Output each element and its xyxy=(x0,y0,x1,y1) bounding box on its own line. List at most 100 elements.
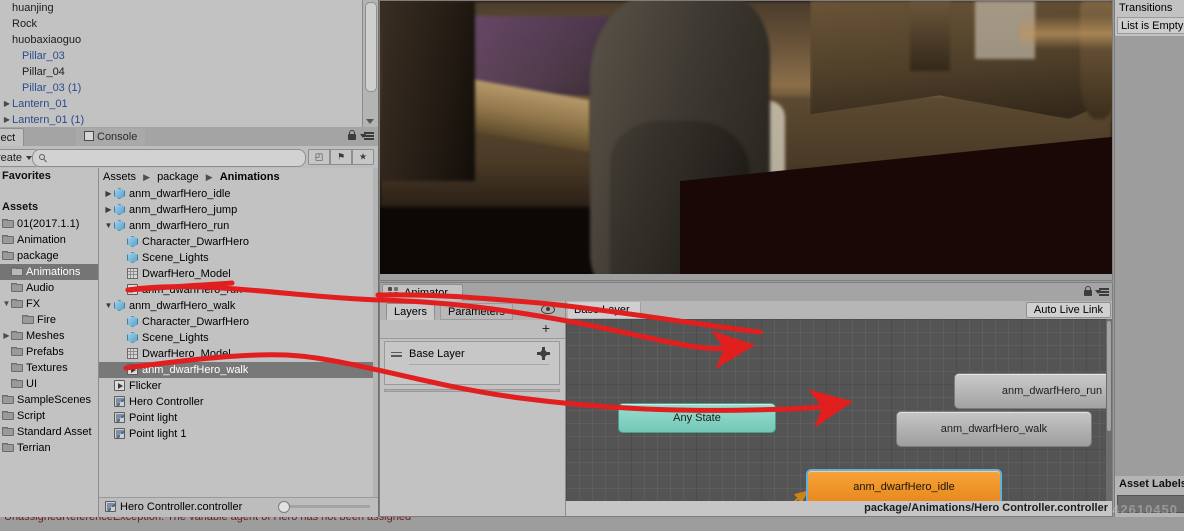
game-view[interactable] xyxy=(379,0,1113,281)
hierarchy-scrollbar[interactable] xyxy=(362,0,378,127)
hierarchy-item[interactable]: huanjing xyxy=(0,0,362,16)
chevron-down-icon[interactable]: ▼ xyxy=(103,218,114,234)
hierarchy-item[interactable]: Pillar_03 (1) xyxy=(0,80,362,96)
asset-row[interactable]: DwarfHero_Model xyxy=(99,346,378,362)
breadcrumb-package[interactable]: package xyxy=(157,171,199,183)
status-bar[interactable]: UnassignedReferenceException: The variab… xyxy=(0,517,1184,531)
folder-item[interactable]: Fire xyxy=(0,312,98,328)
breadcrumb-assets[interactable]: Assets xyxy=(103,171,136,183)
hierarchy-panel[interactable]: huanjing Rock huobaxiaoguo Pillar_03 Pil… xyxy=(0,0,379,127)
folder-item[interactable]: Terrian xyxy=(0,440,98,456)
asset-row[interactable]: ▶ anm_dwarfHero_idle xyxy=(99,186,378,202)
hierarchy-item[interactable]: huobaxiaoguo xyxy=(0,32,362,48)
project-scrollbar[interactable] xyxy=(373,168,378,517)
folder-item[interactable]: ▶ Meshes xyxy=(0,328,98,344)
asset-row[interactable]: Scene_Lights xyxy=(99,330,378,346)
tab-console[interactable]: Console xyxy=(76,128,146,146)
folder-item-animations[interactable]: Animations xyxy=(0,264,98,280)
asset-row[interactable]: ▼ anm_dwarfHero_run xyxy=(99,218,378,234)
hierarchy-item[interactable]: Pillar_03 xyxy=(0,48,362,64)
thumbnail-size-slider[interactable] xyxy=(278,501,370,513)
hierarchy-item[interactable]: Pillar_04 xyxy=(0,64,362,80)
folder-item[interactable]: ▼ FX xyxy=(0,296,98,312)
asset-row[interactable]: anm_dwarfHero_run xyxy=(99,282,378,298)
chevron-down-icon[interactable]: ▼ xyxy=(2,296,11,312)
asset-row[interactable]: Point light xyxy=(99,410,378,426)
folder-item[interactable]: UI xyxy=(0,376,98,392)
folder-item[interactable]: Animation xyxy=(0,232,98,248)
project-panel[interactable]: Project Console Create ◰ ⚑ ★ Favorites A… xyxy=(0,127,379,517)
hierarchy-item[interactable]: ▶ Lantern_01 xyxy=(0,96,362,112)
breadcrumb[interactable]: Assets ▶ package ▶ Animations xyxy=(99,168,378,186)
asset-row[interactable]: DwarfHero_Model xyxy=(99,266,378,282)
hierarchy-item[interactable]: ▶ Lantern_01 (1) xyxy=(0,112,362,127)
eye-icon[interactable] xyxy=(541,305,555,314)
filter-favorites-icon[interactable]: ★ xyxy=(352,149,374,165)
project-asset-list[interactable]: Assets ▶ package ▶ Animations ▶ anm_dwarf… xyxy=(99,168,378,517)
state-node-walk[interactable]: anm_dwarfHero_walk xyxy=(896,411,1092,447)
tab-parameters[interactable]: Parameters xyxy=(440,303,513,320)
asset-row[interactable]: Character_DwarfHero xyxy=(99,314,378,330)
layer-item-base[interactable]: Base Layer xyxy=(385,342,559,366)
animator-layers-panel[interactable]: Layers Parameters + Base Layer xyxy=(380,301,566,516)
folder-item[interactable]: Script xyxy=(0,408,98,424)
asset-row[interactable]: ▼ anm_dwarfHero_walk xyxy=(99,298,378,314)
breadcrumb-animations[interactable]: Animations xyxy=(220,171,280,183)
auto-live-link-button[interactable]: Auto Live Link xyxy=(1025,302,1111,318)
asset-row[interactable]: ▶ anm_dwarfHero_jump xyxy=(99,202,378,218)
scrollbar-thumb[interactable] xyxy=(1107,321,1111,431)
state-node-any-state[interactable]: Any State xyxy=(618,403,776,433)
lock-icon[interactable] xyxy=(348,130,356,140)
scrollbar-thumb[interactable] xyxy=(365,2,377,92)
filter-by-type-icon[interactable]: ◰ xyxy=(308,149,330,165)
asset-row-selected[interactable]: anm_dwarfHero_walk xyxy=(99,362,378,378)
filter-by-label-icon[interactable]: ⚑ xyxy=(330,149,352,165)
chevron-down-icon[interactable] xyxy=(366,119,374,124)
hierarchy-item[interactable]: Rock xyxy=(0,16,362,32)
asset-row[interactable]: Flicker xyxy=(99,378,378,394)
layer-list[interactable]: Base Layer xyxy=(384,341,560,385)
state-node-run[interactable]: anm_dwarfHero_run xyxy=(954,373,1112,409)
chevron-right-icon[interactable]: ▶ xyxy=(2,112,12,127)
chevron-right-icon[interactable]: ▶ xyxy=(103,202,114,218)
slider-knob[interactable] xyxy=(278,501,290,513)
panel-menu-icon[interactable] xyxy=(1095,288,1109,297)
tab-animator[interactable]: Animator xyxy=(382,284,464,301)
chevron-down-icon[interactable]: ▼ xyxy=(103,298,114,314)
layers-panel-resizer[interactable] xyxy=(384,389,560,392)
folder-label: Animation xyxy=(17,234,66,246)
folder-item[interactable]: Audio xyxy=(0,280,98,296)
add-layer-button[interactable]: + xyxy=(539,321,553,336)
drag-handle-icon[interactable] xyxy=(391,352,402,357)
folder-item[interactable]: Textures xyxy=(0,360,98,376)
asset-row[interactable]: Character_DwarfHero xyxy=(99,234,378,250)
state-machine-graph[interactable]: anm_dwarfHero_run anm_dwarfHero_walk anm… xyxy=(566,319,1112,516)
asset-row[interactable]: Point light 1 xyxy=(99,426,378,442)
chevron-right-icon[interactable]: ▶ xyxy=(103,186,114,202)
panel-menu-icon[interactable] xyxy=(360,132,374,141)
asset-row[interactable]: Hero Controller xyxy=(99,394,378,410)
project-folder-tree[interactable]: Favorites Assets 01(2017.1.1) Animation … xyxy=(0,168,99,517)
inspector-transitions-section[interactable]: Transitions List is Empty xyxy=(1114,0,1184,36)
hierarchy-list[interactable]: huanjing Rock huobaxiaoguo Pillar_03 Pil… xyxy=(0,0,362,127)
search-input[interactable] xyxy=(51,151,301,166)
folder-label: Script xyxy=(17,410,46,422)
tab-project[interactable]: Project xyxy=(0,128,25,146)
folder-item[interactable]: Standard Asset xyxy=(0,424,98,440)
animator-panel[interactable]: Animator Layers Parameters + Base Layer … xyxy=(379,282,1113,517)
folder-item[interactable]: SampleScenes xyxy=(0,392,98,408)
lock-icon[interactable] xyxy=(1084,286,1092,296)
state-node-idle-default[interactable]: anm_dwarfHero_idle xyxy=(806,469,1002,505)
tab-layers[interactable]: Layers xyxy=(386,303,436,320)
asset-row[interactable]: Scene_Lights xyxy=(99,250,378,266)
folder-item[interactable]: package xyxy=(0,248,98,264)
folder-item[interactable]: 01(2017.1.1) xyxy=(0,216,98,232)
folder-item[interactable]: Prefabs xyxy=(0,344,98,360)
graph-scrollbar[interactable] xyxy=(1106,319,1112,516)
graph-breadcrumb-base-layer[interactable]: Base Layer xyxy=(568,302,640,318)
chevron-right-icon[interactable]: ▶ xyxy=(2,328,11,344)
search-field[interactable] xyxy=(32,149,306,167)
chevron-right-icon[interactable]: ▶ xyxy=(2,96,12,112)
animator-graph-area[interactable]: Base Layer Auto Live Link anm_dwarfHero_… xyxy=(566,301,1112,516)
gear-icon[interactable] xyxy=(537,347,550,360)
